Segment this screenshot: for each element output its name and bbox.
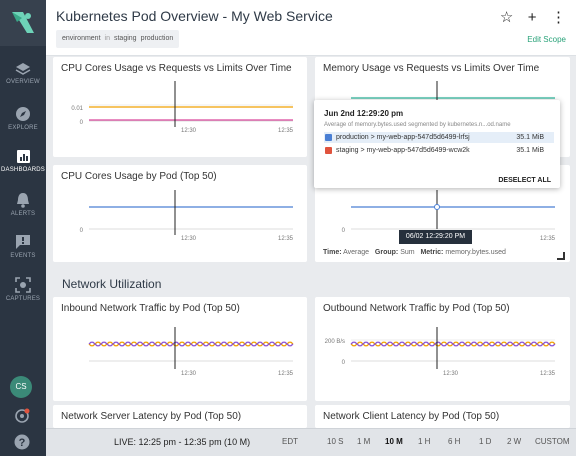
header-actions: ☆ + ⋮ [490,8,566,27]
sidebar-item-label: CAPTURES [5,296,41,302]
y-tick-label: 0 [80,120,84,126]
cpu-usage-chart: 0.01 0 12:30 12:35 [71,81,294,134]
time-range-1h[interactable]: 1 H [418,437,430,446]
x-tick-label: 12:30 [181,371,197,377]
meta-time-label: Time: [323,249,342,256]
sidebar-item-explore[interactable]: EXPLORE [0,106,46,146]
popup-series-row[interactable]: staging > my-web-app-547d5d6499-wcw2k 35… [324,145,554,156]
series-label: staging > my-web-app-547d5d6499-wcw2k [336,147,470,154]
cpu-usage-panel[interactable]: CPU Cores Usage vs Requests vs Limits Ov… [53,57,307,157]
meta-group-label: Group: [374,249,399,256]
sidebar-item-label: OVERVIEW [6,79,40,85]
x-tick-label: 12:35 [278,236,294,242]
x-tick-label: 12:35 [278,128,294,134]
cpu-by-pod-chart: 0 12:30 12:35 [80,190,294,242]
checkbox-icon[interactable] [325,147,332,154]
y-tick-label: 0 [342,228,346,234]
logo-icon [12,12,34,33]
resize-handle[interactable] [557,252,565,260]
scope-operator: in [104,35,110,42]
y-tick-label: 0 [80,228,84,234]
series-label: production > my-web-app-547d5d6499-lrfsj [336,134,470,141]
scope-value: staging [113,35,137,42]
x-tick-label: 12:30 [181,128,197,134]
popup-title: Jun 2nd 12:29:20 pm [324,109,404,118]
x-tick-label: 12:30 [181,236,197,242]
time-range-1m[interactable]: 1 M [357,437,370,446]
dashboard-header: Kubernetes Pod Overview - My Web Service… [46,0,576,56]
sidebar-item-events[interactable]: EVENTS [0,234,46,274]
sidebar: OVERVIEW EXPLORE DASHBOARDS ALERTS EVENT… [0,0,46,456]
panel-title: Network Server Latency by Pod (Top 50) [61,411,242,422]
time-range-10m[interactable]: 10 M [385,437,403,446]
deselect-all-button[interactable]: DESELECT ALL [498,177,551,184]
checkbox-icon[interactable] [325,134,332,141]
client-latency-panel[interactable]: Network Client Latency by Pod (Top 50) [315,405,570,428]
outbound-traffic-chart: 200 B/s 0 12:30 12:35 [325,327,556,377]
time-range-6h[interactable]: 6 H [448,437,460,446]
series-value: 35.1 MiB [516,147,544,154]
crosshair-time-label: 06/02 12:29:20 PM [399,230,472,244]
svg-text:?: ? [19,437,26,449]
hover-point [434,204,440,210]
add-icon[interactable]: + [528,9,537,26]
section-title: Network Utilization [62,277,162,291]
edit-scope-link[interactable]: Edit Scope [527,35,566,44]
help-icon[interactable]: ? [13,433,31,451]
events-icon [16,235,30,249]
meta-metric-value: memory.bytes.used [445,249,506,256]
capture-icon [15,277,31,293]
x-tick-label: 12:30 [443,371,459,377]
compass-icon [16,107,30,121]
dashboard-icon [16,150,30,163]
y-tick-label: 200 B/s [325,339,345,345]
popup-subtitle: Average of memory.bytes.used segmented b… [324,122,511,128]
page-title: Kubernetes Pod Overview - My Web Service [56,8,333,24]
panel-metadata: Time: Average Group: Sum Metric: memory.… [323,249,506,256]
scope-key: environment [62,35,101,42]
outbound-traffic-panel[interactable]: Outbound Network Traffic by Pod (Top 50)… [315,297,570,401]
time-range-10s[interactable]: 10 S [327,437,343,446]
avatar[interactable]: CS [10,376,32,398]
inbound-traffic-chart: 12:30 12:35 [88,327,294,377]
scope-filter[interactable]: environment in staging production [56,30,180,48]
x-tick-label: 12:35 [540,371,556,377]
inbound-traffic-panel[interactable]: Inbound Network Traffic by Pod (Top 50) … [53,297,307,401]
popup-series-row[interactable]: production > my-web-app-547d5d6499-lrfsj… [324,132,554,143]
time-range-2w[interactable]: 2 W [507,437,521,446]
x-tick-label: 12:35 [278,371,294,377]
meta-group-value: Sum [400,249,415,256]
scope-value: production [140,35,174,42]
sidebar-item-label: DASHBOARDS [0,167,45,173]
time-navigation-bar: LIVE: 12:25 pm - 12:35 pm (10 M) EDT 10 … [46,428,576,456]
meta-time-value: Average [343,249,370,256]
favorite-star-icon[interactable]: ☆ [500,8,513,26]
sidebar-item-alerts[interactable]: ALERTS [0,192,46,232]
sidebar-item-dashboards[interactable]: DASHBOARDS [0,149,46,189]
more-options-icon[interactable]: ⋮ [551,8,566,26]
series-value: 35.1 MiB [516,134,544,141]
notifications-icon[interactable] [13,407,31,425]
layers-icon [15,63,31,75]
sidebar-item-label: EVENTS [10,253,36,259]
timezone-label[interactable]: EDT [282,437,298,446]
meta-metric-label: Metric: [420,249,444,256]
panel-title: Network Client Latency by Pod (Top 50) [323,411,500,422]
app-logo[interactable] [0,0,46,46]
sidebar-item-label: ALERTS [10,211,36,217]
x-tick-label: 12:35 [540,236,556,242]
hover-tooltip-popup: Jun 2nd 12:29:20 pm Average of memory.by… [314,100,560,188]
server-latency-panel[interactable]: Network Server Latency by Pod (Top 50) [53,405,307,428]
cpu-by-pod-panel[interactable]: CPU Cores Usage by Pod (Top 50) 0 12:30 … [53,165,307,262]
live-time-range: LIVE: 12:25 pm - 12:35 pm (10 M) [114,437,251,447]
time-range-1d[interactable]: 1 D [479,437,491,446]
y-tick-label: 0.01 [71,106,83,112]
sidebar-item-overview[interactable]: OVERVIEW [0,62,46,102]
bell-icon [17,193,29,208]
sidebar-item-label: EXPLORE [8,125,38,131]
time-range-custom[interactable]: CUSTOM [535,437,570,446]
y-tick-label: 0 [342,360,346,366]
sidebar-item-captures[interactable]: CAPTURES [0,277,46,317]
